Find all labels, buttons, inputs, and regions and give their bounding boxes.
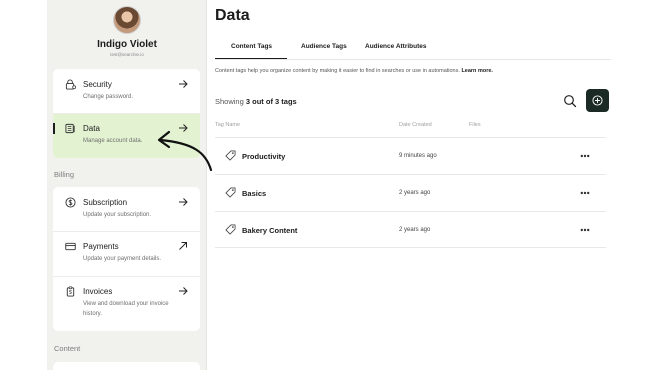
tag-icon — [225, 187, 236, 198]
billing-section-label: Billing — [54, 170, 75, 179]
sidebar-item-title: Data — [83, 124, 100, 133]
dollar-icon — [65, 197, 76, 208]
tag-date: 2 years ago — [399, 190, 431, 196]
credit-card-icon — [65, 242, 76, 251]
showing-count: 3 out of 3 tags — [245, 97, 297, 106]
helper-text: Content tags help you organize content b… — [215, 68, 493, 74]
data-icon — [65, 123, 75, 134]
search-icon[interactable] — [563, 94, 577, 108]
more-options-icon[interactable] — [580, 188, 590, 198]
sidebar-item-subtitle: Update your payment details. — [83, 256, 162, 262]
add-tag-button[interactable] — [586, 89, 609, 112]
annotation-arrow-icon — [157, 130, 213, 172]
table-row[interactable]: Bakery Content 2 years ago — [215, 211, 606, 248]
arrow-right-icon — [179, 80, 188, 88]
lock-icon — [65, 79, 76, 90]
table-row[interactable]: Basics 2 years ago — [215, 174, 606, 211]
tag-icon — [225, 224, 236, 235]
content-section-label: Content — [54, 344, 81, 353]
sidebar: Indigo Violet test@searchie.io Security … — [47, 0, 207, 370]
results-count: Showing 3 out of 3 tags — [215, 97, 297, 106]
page-title: Data — [215, 7, 250, 24]
tag-date: 9 minutes ago — [399, 153, 437, 159]
user-name: Indigo Violet — [97, 39, 157, 50]
helper-description: Content tags help you organize content b… — [215, 68, 460, 74]
learn-more-link[interactable]: Learn more. — [461, 68, 492, 74]
sidebar-item-subtitle: View and download your invoice history. — [83, 301, 169, 317]
tab-audience-tags[interactable]: Audience Tags — [301, 43, 347, 50]
column-header-date-created[interactable]: Date Created — [399, 122, 432, 128]
plus-circle-icon — [592, 95, 603, 106]
active-indicator — [53, 123, 55, 134]
showing-prefix: Showing — [215, 97, 244, 106]
tab-bar: Content Tags Audience Tags Audience Attr… — [215, 43, 611, 59]
arrow-right-icon — [179, 198, 188, 206]
tag-name[interactable]: Productivity — [242, 152, 285, 161]
billing-card: Subscription Update your subscription. P… — [53, 187, 200, 331]
sidebar-item-subtitle: Update your subscription. — [83, 212, 152, 218]
more-options-icon[interactable] — [580, 225, 590, 235]
sidebar-item-subscription[interactable]: Subscription Update your subscription. — [53, 187, 200, 231]
tag-icon — [225, 150, 236, 161]
sidebar-item-security[interactable]: Security Change password. — [53, 69, 200, 113]
tag-name[interactable]: Basics — [242, 189, 266, 198]
tag-date: 2 years ago — [399, 227, 431, 233]
column-header-tag-name[interactable]: Tag Name — [215, 122, 240, 128]
invoice-icon — [66, 286, 75, 297]
table-row[interactable]: Productivity 9 minutes ago — [215, 137, 606, 174]
tab-audience-attributes[interactable]: Audience Attributes — [365, 43, 427, 50]
sidebar-item-title: Payments — [83, 242, 119, 251]
sidebar-item-title: Invoices — [83, 287, 113, 296]
sidebar-item-title: Subscription — [83, 198, 128, 207]
user-email: test@searchie.io — [110, 52, 144, 57]
sidebar-item-title: Security — [83, 80, 112, 89]
sidebar-item-invoices[interactable]: Invoices View and download your invoice … — [53, 277, 200, 331]
avatar[interactable] — [113, 6, 141, 34]
content-card — [53, 362, 200, 370]
tab-content-tags[interactable]: Content Tags — [231, 43, 272, 50]
more-options-icon[interactable] — [580, 151, 590, 161]
arrow-right-icon — [179, 287, 188, 295]
main-content: Data Content Tags Audience Tags Audience… — [215, 0, 659, 370]
column-header-files[interactable]: Files — [469, 122, 481, 128]
arrow-up-right-icon — [179, 242, 187, 250]
sidebar-item-subtitle: Change password. — [83, 94, 134, 100]
tab-divider — [215, 59, 611, 60]
tag-name[interactable]: Bakery Content — [242, 226, 297, 235]
sidebar-item-payments[interactable]: Payments Update your payment details. — [53, 232, 200, 276]
